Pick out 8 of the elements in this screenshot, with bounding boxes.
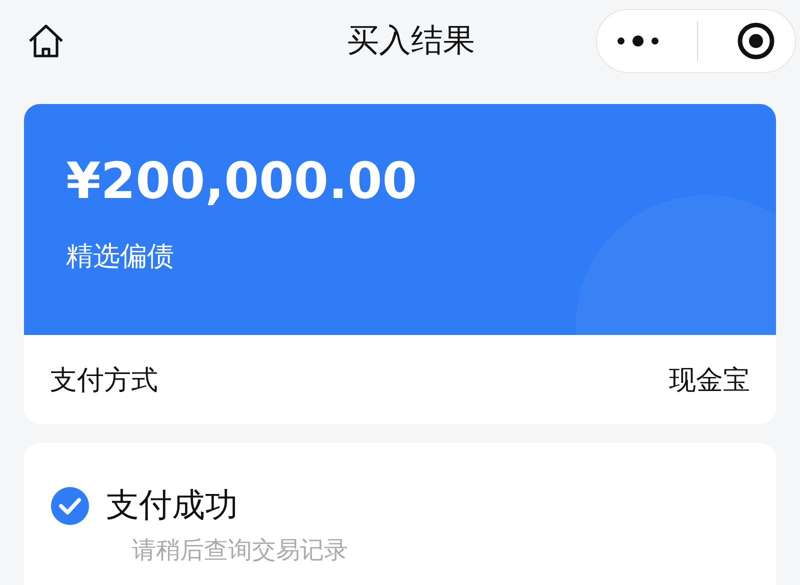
amount: ¥200,000.00 bbox=[66, 156, 418, 206]
result-hint: 请稍后查询交易记录 bbox=[132, 535, 349, 566]
more-icon[interactable] bbox=[616, 35, 660, 47]
payment-value: 现金宝 bbox=[669, 364, 750, 398]
page-title: 买入结果 bbox=[347, 20, 475, 61]
product-name: 精选偏债 bbox=[66, 240, 175, 274]
result-title: 支付成功 bbox=[106, 484, 238, 526]
payment-label: 支付方式 bbox=[50, 364, 158, 398]
